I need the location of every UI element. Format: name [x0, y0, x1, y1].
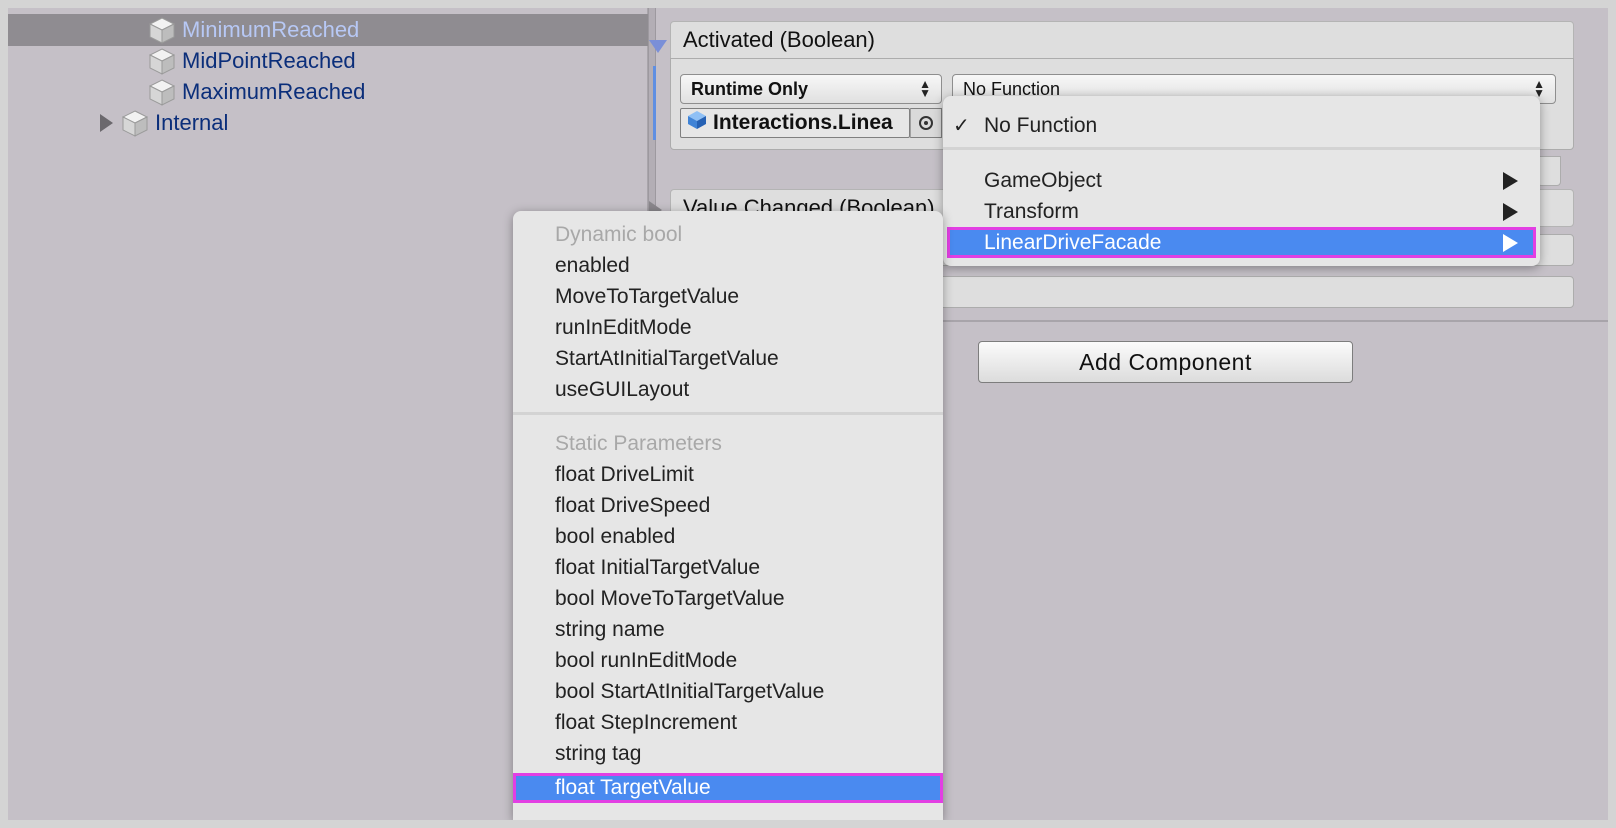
submenu-item-drivelimit[interactable]: float DriveLimit: [513, 459, 943, 490]
submenu-arrow-icon: [1503, 233, 1518, 252]
runtime-mode-value: Runtime Only: [691, 78, 809, 99]
submenu-item-bool-enabled[interactable]: bool enabled: [513, 521, 943, 552]
submenu-item-bool-runineditmode[interactable]: bool runInEditMode: [513, 645, 943, 676]
menu-item-label: GameObject: [984, 168, 1102, 192]
submenu-item-movetotargetvalue[interactable]: MoveToTargetValue: [513, 281, 943, 312]
menu-item-label: No Function: [984, 113, 1098, 137]
menu-item-transform[interactable]: Transform: [943, 196, 1540, 227]
menu-item-gameobject[interactable]: GameObject: [943, 165, 1540, 196]
script-cube-icon: [687, 110, 707, 136]
submenu-item-tag[interactable]: string tag: [513, 738, 943, 769]
gameobject-cube-icon: [121, 109, 149, 137]
submenu-item-useguilayout[interactable]: useGUILayout: [513, 374, 943, 405]
hierarchy-item-minimumreached[interactable]: MinimumReached: [8, 14, 648, 46]
hierarchy-item-internal[interactable]: Internal: [8, 107, 648, 139]
event-title: Activated (Boolean): [683, 27, 875, 52]
event-add-remove-buttons[interactable]: [1537, 156, 1561, 186]
target-object-value: Interactions.Linea: [713, 111, 893, 134]
menu-item-label: Transform: [984, 199, 1079, 223]
menu-item-label: LinearDriveFacade: [984, 230, 1162, 254]
hierarchy-item-label: MaximumReached: [182, 79, 366, 104]
updown-arrows-icon: ▲ ▼: [919, 77, 931, 100]
function-menu: ✓ No Function GameObject Transform Linea…: [943, 96, 1540, 266]
selection-accent-bar: [653, 66, 656, 140]
linear-drive-submenu: Dynamic bool enabled MoveToTargetValue r…: [513, 211, 943, 820]
add-component-label: Add Component: [1079, 348, 1252, 375]
menu-separator: [943, 147, 1540, 150]
submenu-item-bool-movetotargetvalue[interactable]: bool MoveToTargetValue: [513, 583, 943, 614]
event-activated-header[interactable]: Activated (Boolean): [670, 21, 1574, 59]
submenu-item-startatinitialtargetvalue[interactable]: StartAtInitialTargetValue: [513, 343, 943, 374]
submenu-header-dynamic: Dynamic bool: [555, 222, 683, 246]
menu-separator: [513, 412, 943, 415]
submenu-item-targetvalue[interactable]: float TargetValue: [513, 773, 943, 803]
submenu-header-static: Static Parameters: [555, 431, 722, 455]
foldout-arrow-icon[interactable]: [100, 114, 113, 132]
submenu-item-initialtargetvalue[interactable]: float InitialTargetValue: [513, 552, 943, 583]
submenu-item-drivespeed[interactable]: float DriveSpeed: [513, 490, 943, 521]
target-object-field[interactable]: Interactions.Linea: [680, 108, 910, 138]
unity-editor-window: MinimumReached MidPointReached MaximumRe…: [0, 0, 1616, 828]
add-component-button[interactable]: Add Component: [978, 341, 1353, 383]
hierarchy-item-label: Internal: [155, 110, 229, 135]
submenu-arrow-icon: [1503, 202, 1518, 221]
hierarchy-item-midpointreached[interactable]: MidPointReached: [8, 45, 648, 77]
sources-foldout-label[interactable]: Sources: [677, 8, 754, 14]
submenu-item-enabled[interactable]: enabled: [513, 250, 943, 281]
updown-arrows-icon: ▲ ▼: [1533, 77, 1545, 100]
hierarchy-item-label: MidPointReached: [182, 48, 356, 73]
gameobject-cube-icon: [148, 16, 176, 44]
gameobject-cube-icon: [148, 78, 176, 106]
submenu-item-runineditmode[interactable]: runInEditMode: [513, 312, 943, 343]
gameobject-cube-icon: [148, 47, 176, 75]
submenu-item-stepincrement[interactable]: float StepIncrement: [513, 707, 943, 738]
hierarchy-item-maximumreached[interactable]: MaximumReached: [8, 76, 648, 108]
foldout-expanded-icon[interactable]: [649, 40, 667, 53]
submenu-item-name[interactable]: string name: [513, 614, 943, 645]
menu-item-no-function[interactable]: ✓ No Function: [943, 110, 1540, 141]
menu-item-lineardrivefacade[interactable]: LinearDriveFacade: [947, 227, 1536, 258]
checkmark-icon: ✓: [953, 115, 970, 137]
hierarchy-item-label: MinimumReached: [182, 17, 360, 42]
object-picker-icon[interactable]: [910, 108, 942, 138]
submenu-arrow-icon: [1503, 171, 1518, 190]
runtime-mode-dropdown[interactable]: Runtime Only ▲ ▼: [680, 74, 942, 104]
submenu-item-bool-startatinitialtargetvalue[interactable]: bool StartAtInitialTargetValue: [513, 676, 943, 707]
